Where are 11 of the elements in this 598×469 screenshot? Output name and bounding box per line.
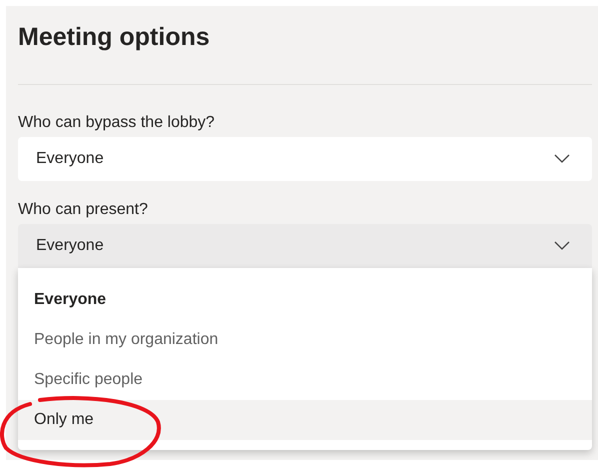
- menu-option[interactable]: People in my organization: [18, 320, 592, 360]
- dropdown[interactable]: Everyone: [18, 137, 592, 181]
- chevron-down-icon: [554, 241, 570, 251]
- setting-label: Who can present?: [18, 201, 148, 219]
- page-title: Meeting options: [18, 22, 210, 53]
- menu-option[interactable]: Only me: [18, 400, 592, 440]
- dropdown[interactable]: Everyone: [18, 224, 592, 268]
- menu-option[interactable]: Specific people: [18, 360, 592, 400]
- setting-label: Who can bypass the lobby?: [18, 114, 215, 132]
- chevron-down-icon: [554, 154, 570, 164]
- menu-option[interactable]: Everyone: [18, 280, 592, 320]
